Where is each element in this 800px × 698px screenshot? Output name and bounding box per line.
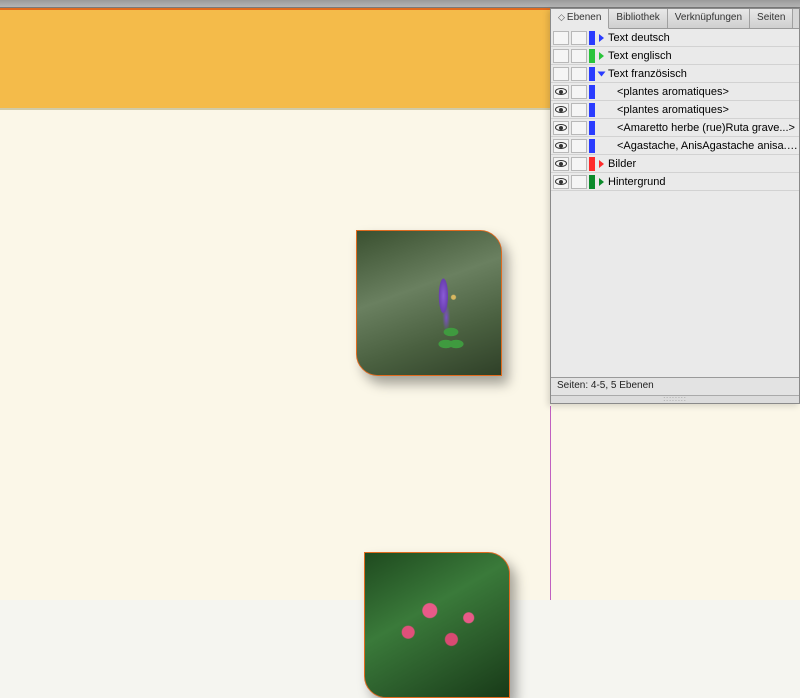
lock-toggle[interactable]: [571, 67, 587, 81]
layer-color-swatch: [589, 175, 595, 189]
disclosure-triangle-icon[interactable]: [599, 160, 604, 168]
page-boundary: [550, 406, 551, 600]
layer-color-swatch: [589, 121, 595, 135]
layer-color-swatch: [589, 103, 595, 117]
layer-name: Text französisch: [608, 68, 799, 80]
placed-image: [357, 231, 501, 375]
layer-name: Bilder: [608, 158, 799, 170]
layer-row[interactable]: Text französisch: [551, 65, 799, 83]
lock-toggle[interactable]: [571, 175, 587, 189]
page-header-band: [0, 8, 550, 110]
image-frame[interactable]: [356, 230, 502, 376]
layer-row[interactable]: Bilder: [551, 155, 799, 173]
placed-image: [365, 553, 509, 697]
layer-name: <Agastache, AnisAgastache anisa...>: [617, 140, 799, 152]
layer-row[interactable]: Text englisch: [551, 47, 799, 65]
lock-toggle[interactable]: [571, 103, 587, 117]
lock-toggle[interactable]: [571, 85, 587, 99]
panel-status: Seiten: 4-5, 5 Ebenen: [551, 377, 799, 395]
layer-color-swatch: [589, 157, 595, 171]
lock-toggle[interactable]: [571, 121, 587, 135]
grip-icon: ::::::::: [663, 396, 687, 403]
layer-color-swatch: [589, 67, 595, 81]
tab-pages[interactable]: Seiten: [750, 9, 793, 28]
layer-name: Text englisch: [608, 50, 799, 62]
sort-icon: ◇: [558, 12, 565, 22]
eye-icon: [555, 88, 567, 95]
panel-tabs: ◇Ebenen Bibliothek Verknüpfungen Seiten: [551, 9, 799, 29]
layer-name: Hintergrund: [608, 176, 799, 188]
image-frame[interactable]: [364, 552, 510, 698]
tab-links[interactable]: Verknüpfungen: [668, 9, 750, 28]
lock-toggle[interactable]: [571, 139, 587, 153]
disclosure-triangle-icon[interactable]: [598, 71, 606, 76]
layer-name: Text deutsch: [608, 32, 799, 44]
layer-color-swatch: [589, 139, 595, 153]
layer-color-swatch: [589, 31, 595, 45]
eye-icon: [555, 106, 567, 113]
lock-toggle[interactable]: [571, 31, 587, 45]
layer-row[interactable]: <Agastache, AnisAgastache anisa...>: [551, 137, 799, 155]
layer-name: <Amaretto herbe (rue)Ruta grave...>: [617, 122, 799, 134]
lock-toggle[interactable]: [571, 157, 587, 171]
eye-icon: [555, 124, 567, 131]
disclosure-triangle-icon[interactable]: [599, 178, 604, 186]
window-titlebar: [0, 0, 800, 8]
layers-panel: ◇Ebenen Bibliothek Verknüpfungen Seiten …: [550, 8, 800, 404]
eye-icon: [555, 142, 567, 149]
visibility-toggle[interactable]: [553, 103, 569, 117]
layer-list[interactable]: Text deutsch Text englisch Text französisc…: [551, 29, 799, 377]
panel-resize-grip[interactable]: ::::::::: [551, 395, 799, 403]
layer-name: <plantes aromatiques>: [617, 104, 799, 116]
layer-row[interactable]: <plantes aromatiques>: [551, 83, 799, 101]
layer-row[interactable]: Hintergrund: [551, 173, 799, 191]
eye-icon: [555, 160, 567, 167]
eye-icon: [555, 178, 567, 185]
visibility-toggle[interactable]: [553, 49, 569, 63]
layer-row[interactable]: Text deutsch: [551, 29, 799, 47]
tab-library[interactable]: Bibliothek: [609, 9, 667, 28]
layer-row[interactable]: <Amaretto herbe (rue)Ruta grave...>: [551, 119, 799, 137]
tab-layers[interactable]: ◇Ebenen: [551, 9, 609, 29]
visibility-toggle[interactable]: [553, 175, 569, 189]
layer-name: <plantes aromatiques>: [617, 86, 799, 98]
tab-label: Ebenen: [567, 12, 601, 23]
lock-toggle[interactable]: [571, 49, 587, 63]
visibility-toggle[interactable]: [553, 67, 569, 81]
layer-row[interactable]: <plantes aromatiques>: [551, 101, 799, 119]
visibility-toggle[interactable]: [553, 139, 569, 153]
visibility-toggle[interactable]: [553, 157, 569, 171]
visibility-toggle[interactable]: [553, 85, 569, 99]
visibility-toggle[interactable]: [553, 121, 569, 135]
disclosure-triangle-icon[interactable]: [599, 34, 604, 42]
visibility-toggle[interactable]: [553, 31, 569, 45]
disclosure-triangle-icon[interactable]: [599, 52, 604, 60]
layer-color-swatch: [589, 49, 595, 63]
layer-color-swatch: [589, 85, 595, 99]
